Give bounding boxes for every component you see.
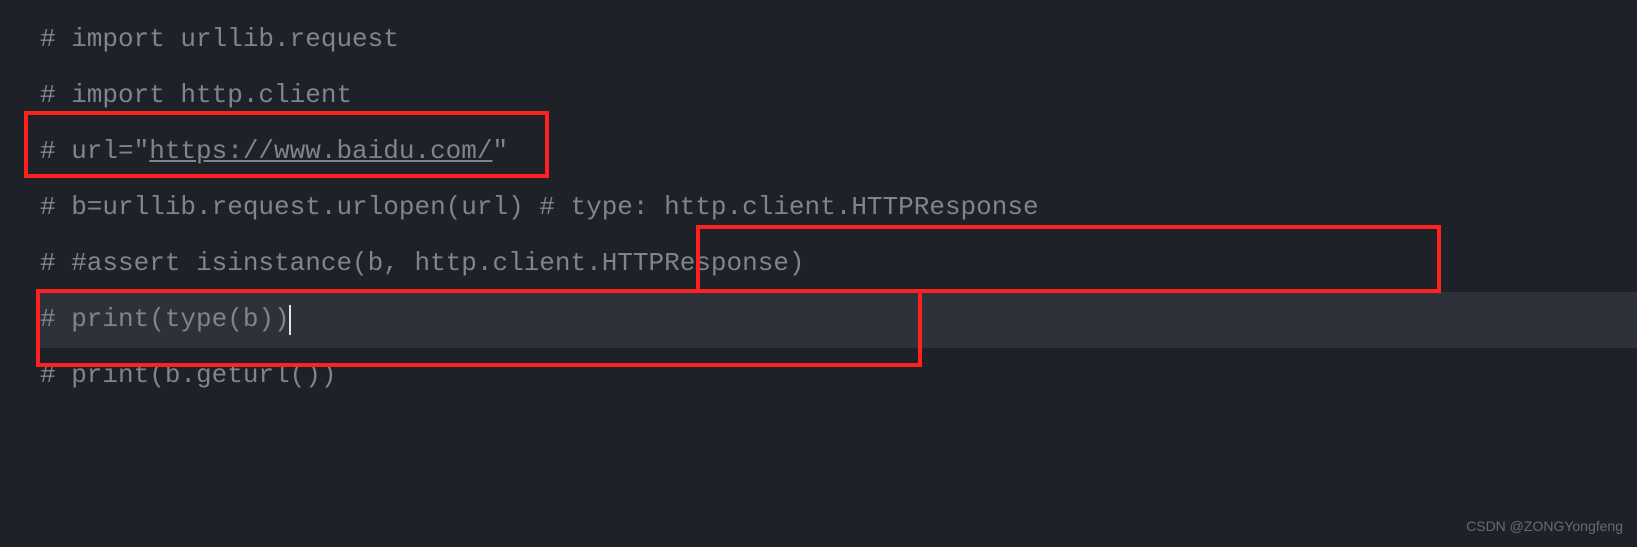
comment-text: # url="https://www.baidu.com/" bbox=[40, 124, 508, 180]
code-editor[interactable]: # import urllib.request # import http.cl… bbox=[0, 12, 1637, 404]
watermark: CSDN @ZONGYongfeng bbox=[1466, 511, 1623, 541]
code-line-4[interactable]: # b=urllib.request.urlopen(url) # type: … bbox=[40, 180, 1637, 236]
url-link[interactable]: https://www.baidu.com/ bbox=[149, 136, 492, 166]
code-line-6-current[interactable]: # print(type(b)) bbox=[40, 292, 1637, 348]
code-line-1[interactable]: # import urllib.request bbox=[40, 12, 1637, 68]
comment-suffix: " bbox=[492, 136, 508, 166]
comment-text: # import http.client bbox=[40, 68, 352, 124]
comment-text: # #assert isinstance(b, http.client.HTTP… bbox=[40, 236, 805, 292]
code-line-7[interactable]: # print(b.geturl()) bbox=[40, 348, 1637, 404]
code-line-3[interactable]: # url="https://www.baidu.com/" bbox=[40, 124, 1637, 180]
text-cursor bbox=[289, 305, 291, 335]
comment-text: # print(b.geturl()) bbox=[40, 348, 336, 404]
code-line-2[interactable]: # import http.client bbox=[40, 68, 1637, 124]
comment-prefix: # url=" bbox=[40, 136, 149, 166]
comment-text: # print(type(b)) bbox=[40, 292, 290, 348]
comment-text: # import urllib.request bbox=[40, 12, 399, 68]
comment-text: # b=urllib.request.urlopen(url) # type: … bbox=[40, 180, 1039, 236]
code-line-5[interactable]: # #assert isinstance(b, http.client.HTTP… bbox=[40, 236, 1637, 292]
